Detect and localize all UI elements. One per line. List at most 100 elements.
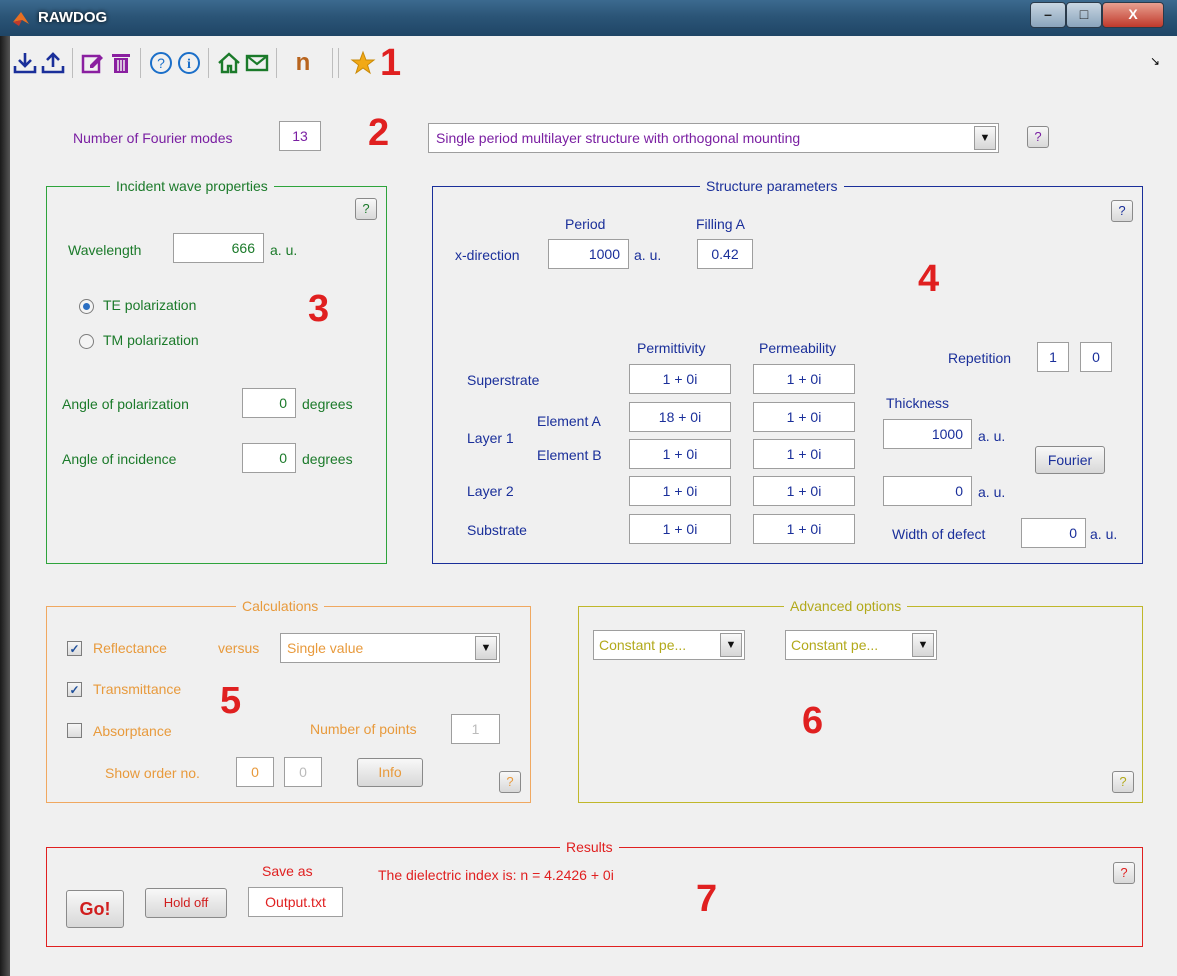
tm-polarization-label[interactable]: TM polarization bbox=[103, 332, 199, 348]
element-a-permeability-input[interactable]: 1 + 0i bbox=[753, 402, 855, 432]
marker-4: 4 bbox=[918, 258, 940, 300]
thickness-label: Thickness bbox=[886, 395, 950, 411]
marker-7: 7 bbox=[696, 878, 718, 920]
structure-help-button[interactable]: ? bbox=[1027, 126, 1049, 148]
toolbar-separator bbox=[208, 48, 209, 78]
download-icon[interactable] bbox=[12, 50, 38, 76]
advanced-options-title: Advanced options bbox=[784, 598, 908, 614]
repetition-input-2[interactable]: 0 bbox=[1080, 342, 1112, 372]
order-input-1[interactable]: 0 bbox=[236, 757, 274, 787]
element-b-permittivity-input[interactable]: 1 + 0i bbox=[629, 439, 731, 469]
structure-parameters-title: Structure parameters bbox=[700, 178, 844, 194]
marker-6: 6 bbox=[802, 700, 824, 742]
polarization-angle-input[interactable]: 0 bbox=[242, 388, 296, 418]
advanced-help-button[interactable]: ? bbox=[1112, 771, 1134, 793]
marker-1: 1 bbox=[380, 42, 402, 84]
window-titlebar[interactable] bbox=[0, 0, 1177, 36]
absorptance-checkbox[interactable] bbox=[67, 723, 82, 738]
superstrate-label: Superstrate bbox=[467, 372, 540, 388]
incidence-angle-unit: degrees bbox=[302, 451, 353, 467]
te-polarization-label[interactable]: TE polarization bbox=[103, 297, 196, 313]
order-input-2[interactable]: 0 bbox=[284, 757, 322, 787]
resize-handle-icon[interactable]: ↘ bbox=[1150, 54, 1160, 68]
chevron-down-icon: ▼ bbox=[720, 633, 742, 657]
tm-polarization-radio[interactable] bbox=[79, 334, 94, 349]
show-order-label: Show order no. bbox=[105, 765, 200, 781]
toolbar: ? i n 1 ↘ bbox=[10, 36, 1170, 93]
info-icon[interactable]: i bbox=[176, 50, 202, 76]
chevron-down-icon: ▼ bbox=[912, 633, 934, 657]
fourier-modes-input[interactable]: 13 bbox=[279, 121, 321, 151]
superstrate-permeability-input[interactable]: 1 + 0i bbox=[753, 364, 855, 394]
structure-params-help-button[interactable]: ? bbox=[1111, 200, 1133, 222]
wavelength-label: Wavelength bbox=[68, 242, 142, 258]
layer-2-permittivity-input[interactable]: 1 + 0i bbox=[629, 476, 731, 506]
calculations-help-button[interactable]: ? bbox=[499, 771, 521, 793]
defect-width-unit: a. u. bbox=[1090, 526, 1118, 542]
repetition-label: Repetition bbox=[948, 350, 1012, 366]
incidence-angle-input[interactable]: 0 bbox=[242, 443, 296, 473]
window-title: RAWDOG bbox=[38, 9, 108, 26]
wavelength-unit: a. u. bbox=[270, 242, 298, 258]
reflectance-checkbox[interactable]: ✓ bbox=[67, 641, 82, 656]
layer-2-permeability-input[interactable]: 1 + 0i bbox=[753, 476, 855, 506]
element-b-permeability-input[interactable]: 1 + 0i bbox=[753, 439, 855, 469]
absorptance-label[interactable]: Absorptance bbox=[93, 723, 172, 739]
transmittance-label[interactable]: Transmittance bbox=[93, 681, 181, 697]
layer-1-thickness-input[interactable]: 1000 bbox=[883, 419, 972, 449]
go-button[interactable]: Go! bbox=[66, 890, 124, 928]
defect-width-input[interactable]: 0 bbox=[1021, 518, 1086, 548]
window-edge bbox=[0, 36, 10, 976]
edit-icon[interactable] bbox=[80, 50, 106, 76]
save-filename-input[interactable]: Output.txt bbox=[248, 887, 343, 917]
substrate-permeability-input[interactable]: 1 + 0i bbox=[753, 514, 855, 544]
period-input[interactable]: 1000 bbox=[548, 239, 629, 269]
maximize-button[interactable]: □ bbox=[1066, 2, 1102, 28]
chevron-down-icon: ▼ bbox=[475, 636, 497, 660]
structure-type-value: Single period multilayer structure with … bbox=[436, 130, 801, 146]
filling-a-input[interactable]: 0.42 bbox=[697, 239, 753, 269]
layer-2-thickness-input[interactable]: 0 bbox=[883, 476, 972, 506]
te-polarization-radio[interactable] bbox=[79, 299, 94, 314]
toolbar-separator bbox=[72, 48, 73, 78]
reflectance-label[interactable]: Reflectance bbox=[93, 640, 167, 656]
advanced-select-2-value: Constant pe... bbox=[791, 637, 879, 653]
number-of-points-input[interactable]: 1 bbox=[451, 714, 500, 744]
toolbar-separator bbox=[140, 48, 141, 78]
minimize-button[interactable]: – bbox=[1030, 2, 1066, 28]
fourier-button[interactable]: Fourier bbox=[1035, 446, 1105, 474]
period-label: Period bbox=[565, 216, 606, 232]
n-icon[interactable]: n bbox=[290, 50, 316, 76]
wavelength-input[interactable]: 666 bbox=[173, 233, 264, 263]
home-icon[interactable] bbox=[216, 50, 242, 76]
results-help-button[interactable]: ? bbox=[1113, 862, 1135, 884]
element-b-label: Element B bbox=[537, 447, 602, 463]
element-a-permittivity-input[interactable]: 18 + 0i bbox=[629, 402, 731, 432]
info-button[interactable]: Info bbox=[357, 758, 423, 787]
filling-a-label: Filling A bbox=[696, 216, 746, 232]
toolbar-separator bbox=[276, 48, 277, 78]
advanced-select-1-value: Constant pe... bbox=[599, 637, 687, 653]
results-title: Results bbox=[560, 839, 619, 855]
advanced-select-2[interactable]: Constant pe... ▼ bbox=[785, 630, 937, 660]
transmittance-checkbox[interactable]: ✓ bbox=[67, 682, 82, 697]
structure-type-select[interactable]: Single period multilayer structure with … bbox=[428, 123, 999, 153]
upload-icon[interactable] bbox=[40, 50, 66, 76]
substrate-permittivity-input[interactable]: 1 + 0i bbox=[629, 514, 731, 544]
versus-select[interactable]: Single value ▼ bbox=[280, 633, 500, 663]
star-icon[interactable] bbox=[350, 50, 376, 76]
hold-off-button[interactable]: Hold off bbox=[145, 888, 227, 918]
fourier-modes-label: Number of Fourier modes bbox=[73, 130, 233, 146]
mail-icon[interactable] bbox=[244, 50, 270, 76]
substrate-label: Substrate bbox=[467, 522, 527, 538]
help-icon[interactable]: ? bbox=[148, 50, 174, 76]
incident-help-button[interactable]: ? bbox=[355, 198, 377, 220]
superstrate-permittivity-input[interactable]: 1 + 0i bbox=[629, 364, 731, 394]
close-button[interactable]: X bbox=[1102, 2, 1164, 28]
trash-icon[interactable] bbox=[108, 50, 134, 76]
layer-2-label: Layer 2 bbox=[467, 483, 514, 499]
toolbar-separator bbox=[332, 48, 333, 78]
incidence-angle-label: Angle of incidence bbox=[62, 451, 177, 467]
advanced-select-1[interactable]: Constant pe... ▼ bbox=[593, 630, 745, 660]
repetition-input-1[interactable]: 1 bbox=[1037, 342, 1069, 372]
